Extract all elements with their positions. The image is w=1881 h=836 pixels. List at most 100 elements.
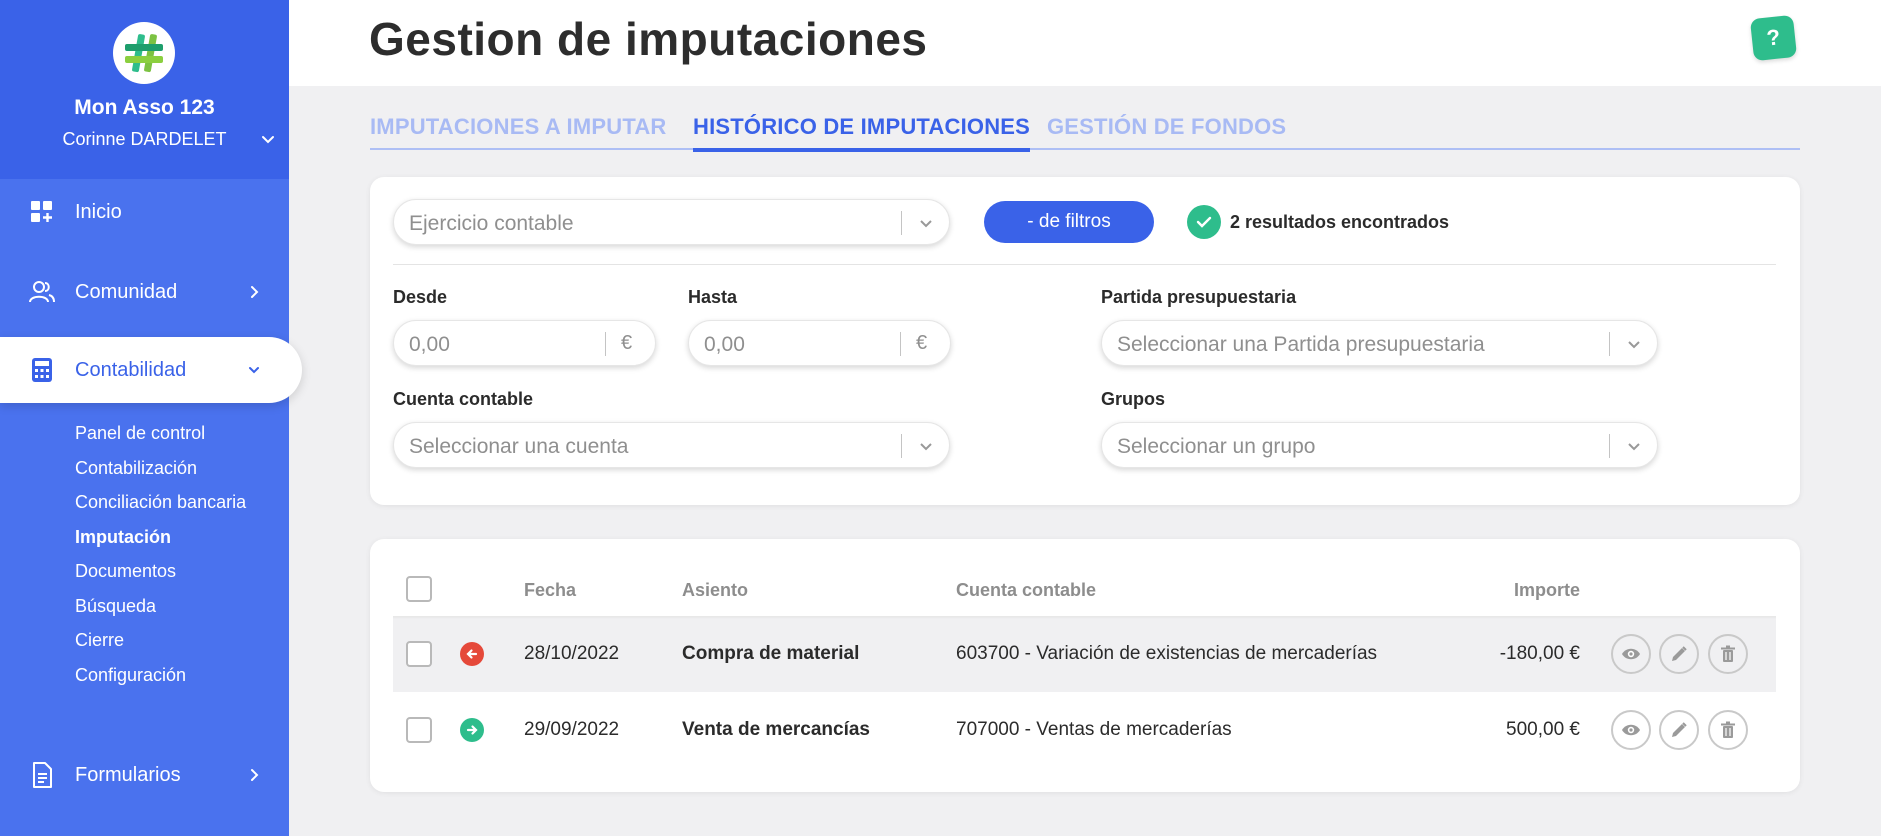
- chevron-down-icon: [920, 443, 932, 451]
- sidebar-header: Mon Asso 123 Corinne DARDELET: [0, 0, 289, 179]
- delete-button[interactable]: [1708, 634, 1748, 674]
- grupos-select[interactable]: Seleccionar un grupo: [1101, 422, 1658, 468]
- select-separator: [1609, 332, 1610, 356]
- desde-input[interactable]: 0,00 €: [393, 320, 656, 366]
- sidebar-subnav: Panel de control Contabilización Concili…: [75, 416, 246, 692]
- tab-imputaciones-a-imputar[interactable]: IMPUTACIONES A IMPUTAR: [370, 114, 667, 148]
- sidebar-item-comunidad[interactable]: Comunidad: [0, 259, 289, 325]
- page-header: Gestion de imputaciones ?: [289, 0, 1881, 86]
- select-placeholder: Seleccionar una Partida presupuestaria: [1117, 333, 1485, 356]
- arrow-right-circle-icon: [460, 718, 484, 742]
- chevron-down-icon: [920, 220, 932, 228]
- column-header-fecha[interactable]: Fecha: [524, 580, 576, 601]
- results-count: 2 resultados encontrados: [1230, 212, 1450, 232]
- subnav-configuracion[interactable]: Configuración: [75, 658, 246, 693]
- select-placeholder: Seleccionar una cuenta: [409, 435, 629, 458]
- currency-symbol: €: [621, 332, 633, 354]
- select-separator: [901, 434, 902, 458]
- chevron-down-icon: [1628, 341, 1640, 349]
- column-header-cuenta[interactable]: Cuenta contable: [956, 580, 1096, 601]
- subnav-imputacion[interactable]: Imputación: [75, 520, 246, 555]
- trash-icon: [1721, 721, 1735, 738]
- user-name[interactable]: Corinne DARDELET: [0, 129, 289, 150]
- trash-icon: [1721, 645, 1735, 662]
- help-icon: ?: [1765, 24, 1782, 51]
- tab-gestion-de-fondos[interactable]: GESTIÓN DE FONDOS: [1047, 114, 1286, 148]
- ejercicio-contable-select[interactable]: Ejercicio contable: [393, 199, 950, 245]
- row-checkbox[interactable]: [406, 717, 432, 743]
- row-importe: 500,00 €: [1506, 719, 1580, 740]
- eye-icon: [1622, 724, 1640, 736]
- view-button[interactable]: [1611, 710, 1651, 750]
- document-icon: [33, 762, 52, 788]
- tab-historico-de-imputaciones[interactable]: HISTÓRICO DE IMPUTACIONES: [693, 114, 1031, 152]
- row-checkbox[interactable]: [406, 641, 432, 667]
- sidebar-item-label: Comunidad: [75, 280, 178, 303]
- subnav-conciliacion-bancaria[interactable]: Conciliación bancaria: [75, 485, 246, 520]
- check-circle-icon: [1187, 205, 1221, 239]
- arrow-left-circle-icon: [460, 642, 484, 666]
- help-button[interactable]: ?: [1749, 14, 1798, 62]
- row-asiento: Compra de material: [682, 643, 860, 664]
- hashtag-logo-icon: [125, 34, 163, 73]
- edit-button[interactable]: [1659, 710, 1699, 750]
- edit-button[interactable]: [1659, 634, 1699, 674]
- select-placeholder: Ejercicio contable: [409, 212, 574, 235]
- delete-button[interactable]: [1708, 710, 1748, 750]
- chevron-down-icon[interactable]: [258, 130, 278, 150]
- org-name: Mon Asso 123: [74, 96, 215, 119]
- row-fecha: 28/10/2022: [524, 643, 620, 664]
- row-cuenta: 603700 - Variación de existencias de mer…: [956, 643, 1378, 664]
- sidebar-item-label: Inicio: [75, 200, 122, 223]
- chevron-down-icon: [1628, 443, 1640, 451]
- eye-icon: [1622, 648, 1640, 660]
- currency-symbol: €: [916, 332, 928, 354]
- subnav-contabilizacion[interactable]: Contabilización: [75, 451, 246, 486]
- calculator-icon: [32, 358, 52, 382]
- input-separator: [900, 332, 901, 356]
- partida-label: Partida presupuestaria: [1101, 287, 1297, 307]
- hasta-label: Hasta: [688, 287, 738, 307]
- chevron-right-icon: [251, 286, 259, 298]
- hasta-input[interactable]: 0,00 €: [688, 320, 951, 366]
- sidebar-item-label: Formularios: [75, 763, 181, 786]
- chevron-down-icon: [249, 367, 259, 374]
- users-icon: [29, 281, 55, 303]
- input-value: 0,00: [409, 333, 450, 356]
- select-separator: [901, 211, 902, 235]
- column-header-importe[interactable]: Importe: [1420, 580, 1580, 601]
- sidebar-item-inicio[interactable]: Inicio: [0, 179, 289, 245]
- select-separator: [1609, 434, 1610, 458]
- chevron-right-icon: [251, 769, 259, 781]
- view-button[interactable]: [1611, 634, 1651, 674]
- subnav-panel-de-control[interactable]: Panel de control: [75, 416, 246, 451]
- divider: [393, 264, 1776, 265]
- tabs-bar: IMPUTACIONES A IMPUTAR HISTÓRICO DE IMPU…: [370, 114, 1800, 152]
- subnav-busqueda[interactable]: Búsqueda: [75, 589, 246, 624]
- column-header-asiento[interactable]: Asiento: [682, 580, 748, 601]
- org-logo[interactable]: [113, 22, 175, 84]
- page-title: Gestion de imputaciones: [369, 13, 928, 65]
- sidebar-item-label: Contabilidad: [75, 358, 187, 381]
- row-importe: -180,00 €: [1499, 643, 1580, 664]
- cuenta-select[interactable]: Seleccionar una cuenta: [393, 422, 950, 468]
- partida-select[interactable]: Seleccionar una Partida presupuestaria: [1101, 320, 1658, 366]
- sidebar-item-contabilidad[interactable]: Contabilidad: [0, 337, 302, 403]
- pencil-icon: [1672, 722, 1687, 737]
- cuenta-label: Cuenta contable: [393, 389, 534, 409]
- dashboard-icon: [31, 201, 52, 222]
- subnav-cierre[interactable]: Cierre: [75, 623, 246, 658]
- desde-label: Desde: [393, 287, 448, 307]
- input-value: 0,00: [704, 333, 745, 356]
- grupos-label: Grupos: [1101, 389, 1166, 409]
- pencil-icon: [1672, 646, 1687, 661]
- sidebar-item-formularios[interactable]: Formularios: [0, 742, 289, 808]
- row-cuenta: 707000 - Ventas de mercaderías: [956, 719, 1232, 740]
- select-all-checkbox[interactable]: [406, 576, 432, 602]
- select-placeholder: Seleccionar un grupo: [1117, 435, 1316, 458]
- row-asiento: Venta de mercancías: [682, 719, 870, 740]
- input-separator: [605, 332, 606, 356]
- subnav-documentos[interactable]: Documentos: [75, 554, 246, 589]
- sidebar: Mon Asso 123 Corinne DARDELET Inicio Com…: [0, 0, 302, 836]
- toggle-filters-button[interactable]: - de filtros: [984, 201, 1154, 243]
